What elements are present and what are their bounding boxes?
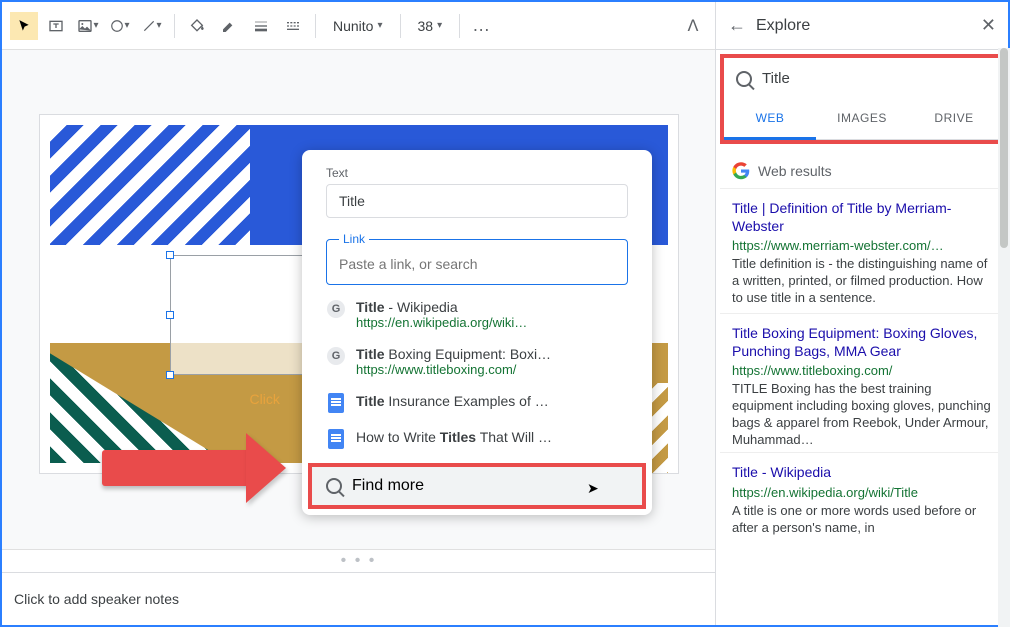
- result-snippet: A title is one or more words used before…: [732, 503, 992, 537]
- explore-panel: ← Explore ✕ WEB IMAGES DRIVE Web results…: [715, 2, 1008, 625]
- result-snippet: TITLE Boxing has the best training equip…: [732, 381, 992, 446]
- explore-title: Explore: [756, 17, 971, 35]
- search-result[interactable]: Title Boxing Equipment: Boxing Gloves, P…: [720, 313, 1004, 452]
- close-icon[interactable]: ✕: [981, 15, 996, 36]
- toolbar-collapse[interactable]: ᐱ: [679, 12, 707, 40]
- search-icon: [326, 478, 342, 494]
- web-icon: G: [327, 347, 345, 365]
- slide-canvas: Click Text Title Link G Title - Wikipedi…: [2, 50, 715, 549]
- result-url: https://en.wikipedia.org/wiki/Title: [732, 485, 992, 500]
- link-suggestion-doc[interactable]: Title Insurance Examples of …: [302, 385, 652, 421]
- explore-search-input[interactable]: [762, 70, 988, 87]
- tutorial-arrow: [102, 450, 252, 486]
- textbox-tool[interactable]: [42, 12, 70, 40]
- fill-color[interactable]: [183, 12, 211, 40]
- result-snippet: Title definition is - the distinguishing…: [732, 256, 992, 307]
- link-suggestion-web[interactable]: G Title Boxing Equipment: Boxi…https://w…: [302, 338, 652, 385]
- link-suggestion-web[interactable]: G Title - Wikipediahttps://en.wikipedia.…: [302, 291, 652, 338]
- speaker-notes[interactable]: Click to add speaker notes: [2, 572, 715, 625]
- docs-icon: [328, 393, 344, 413]
- back-icon[interactable]: ←: [728, 15, 746, 36]
- result-title[interactable]: Title - Wikipedia: [732, 463, 992, 481]
- explore-tabs: WEB IMAGES DRIVE: [724, 99, 1000, 140]
- scrollbar[interactable]: [998, 48, 1010, 627]
- filmstrip-toggle[interactable]: • • •: [2, 549, 715, 572]
- image-tool[interactable]: ▾: [74, 12, 102, 40]
- link-suggestion-doc[interactable]: How to Write Titles That Will …: [302, 421, 652, 457]
- subtitle-placeholder[interactable]: Click: [250, 391, 280, 407]
- docs-icon: [328, 429, 344, 449]
- insert-link-popup: Text Title Link G Title - Wikipediahttps…: [302, 150, 652, 515]
- shape-tool[interactable]: ▾: [106, 12, 134, 40]
- font-size: 38: [418, 18, 434, 34]
- border-dash[interactable]: [279, 12, 307, 40]
- link-suggestions: G Title - Wikipediahttps://en.wikipedia.…: [302, 291, 652, 457]
- resize-handle[interactable]: [166, 251, 174, 259]
- font-size-dropdown[interactable]: 38▾: [409, 12, 452, 40]
- text-field-label: Text: [302, 166, 652, 180]
- search-result[interactable]: Title | Definition of Title by Merriam-W…: [720, 188, 1004, 313]
- result-title[interactable]: Title | Definition of Title by Merriam-W…: [732, 199, 992, 235]
- toolbar: ▾ ▾ ▾ Nunito▾ 38▾ … ᐱ: [2, 2, 715, 50]
- search-result[interactable]: Title - Wikipedia https://en.wikipedia.o…: [720, 452, 1004, 542]
- explore-results: Web results Title | Definition of Title …: [716, 148, 1008, 625]
- font-name: Nunito: [333, 18, 373, 34]
- google-icon: [732, 162, 750, 180]
- cursor-icon: ➤: [587, 480, 599, 497]
- result-title[interactable]: Title Boxing Equipment: Boxing Gloves, P…: [732, 324, 992, 360]
- link-url-input[interactable]: [339, 256, 615, 272]
- result-url: https://www.titleboxing.com/: [732, 363, 992, 378]
- web-results-label: Web results: [758, 163, 832, 179]
- resize-handle[interactable]: [166, 371, 174, 379]
- border-weight[interactable]: [247, 12, 275, 40]
- find-more-label: Find more: [352, 477, 424, 495]
- web-icon: G: [327, 300, 345, 318]
- resize-handle[interactable]: [166, 311, 174, 319]
- font-family-dropdown[interactable]: Nunito▾: [324, 12, 392, 40]
- result-url: https://www.merriam-webster.com/…: [732, 238, 992, 253]
- tab-web[interactable]: WEB: [724, 99, 816, 140]
- select-tool[interactable]: [10, 12, 38, 40]
- link-field-label: Link: [339, 232, 369, 246]
- line-tool[interactable]: ▾: [138, 12, 166, 40]
- border-color[interactable]: [215, 12, 243, 40]
- tab-drive[interactable]: DRIVE: [908, 99, 1000, 139]
- link-text-input[interactable]: Title: [326, 184, 628, 218]
- tab-images[interactable]: IMAGES: [816, 99, 908, 139]
- tutorial-highlight: WEB IMAGES DRIVE: [720, 54, 1004, 144]
- more-tools[interactable]: …: [472, 15, 490, 36]
- search-icon: [736, 71, 752, 87]
